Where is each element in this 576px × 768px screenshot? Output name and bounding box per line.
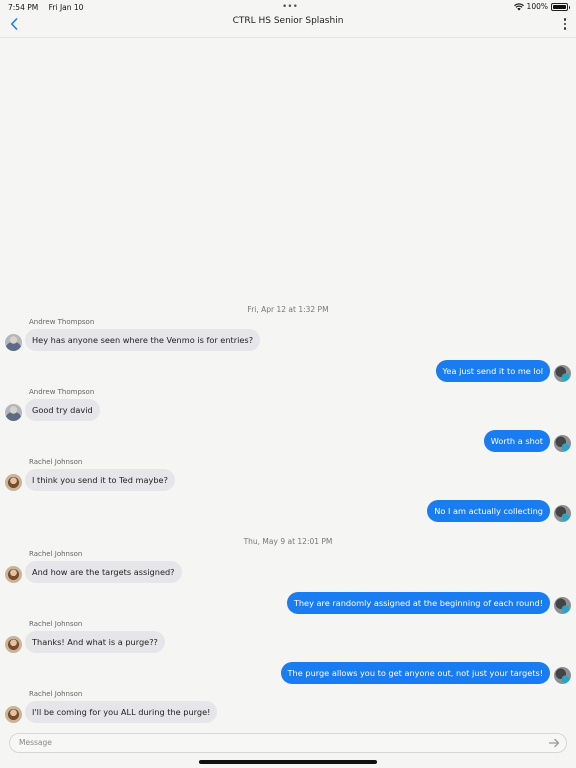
status-time-date: 7:54 PM Fri Jan 10 (8, 3, 83, 12)
avatar[interactable] (554, 667, 571, 684)
chat-title[interactable]: CTRL HS Senior Splashin (0, 16, 576, 26)
incoming-message[interactable]: I think you send it to Ted maybe? (25, 469, 175, 491)
avatar[interactable] (554, 365, 571, 382)
status-indicators: 100% (513, 2, 570, 11)
sender-name: Rachel Johnson (29, 458, 83, 466)
avatar[interactable] (5, 474, 22, 491)
battery-percent: 100% (526, 2, 548, 11)
status-bar: 7:54 PM Fri Jan 10 ••• 100% (0, 0, 576, 14)
sender-name: Rachel Johnson (29, 620, 83, 628)
message-input[interactable]: Message (9, 733, 567, 753)
status-time: 7:54 PM (8, 3, 39, 12)
avatar[interactable] (5, 404, 22, 421)
send-arrow-icon[interactable] (548, 737, 560, 749)
timestamp: Fri, Apr 12 at 1:32 PM (247, 305, 329, 314)
more-options-button[interactable] (560, 16, 570, 32)
avatar[interactable] (5, 636, 22, 653)
outgoing-message[interactable]: Worth a shot (483, 430, 550, 452)
wifi-icon (513, 2, 524, 10)
avatar[interactable] (5, 334, 22, 351)
message-placeholder: Message (19, 738, 52, 747)
status-date: Fri Jan 10 (48, 3, 84, 12)
incoming-message[interactable]: Good try david (25, 399, 100, 421)
multitasking-dots[interactable]: ••• (282, 2, 298, 12)
sender-name: Rachel Johnson (29, 690, 83, 698)
battery-icon (551, 2, 570, 11)
timestamp: Thu, May 9 at 12:01 PM (243, 537, 333, 546)
outgoing-message[interactable]: The purge allows you to get anyone out, … (280, 662, 550, 684)
outgoing-message[interactable]: They are randomly assigned at the beginn… (286, 592, 550, 614)
avatar[interactable] (5, 566, 22, 583)
sender-name: Andrew Thompson (29, 318, 95, 326)
outgoing-message[interactable]: Yea just send it to me lol (435, 360, 550, 382)
vertical-ellipsis-icon (563, 18, 567, 21)
avatar[interactable] (554, 597, 571, 614)
incoming-message[interactable]: Hey has anyone seen where the Venmo is f… (25, 329, 261, 351)
incoming-message[interactable]: Thanks! And what is a purge?? (25, 631, 165, 653)
avatar[interactable] (554, 505, 571, 522)
incoming-message[interactable]: I'll be coming for you ALL during the pu… (25, 701, 218, 723)
sender-name: Rachel Johnson (29, 550, 83, 558)
avatar[interactable] (554, 435, 571, 452)
incoming-message[interactable]: And how are the targets assigned? (25, 561, 182, 583)
sender-name: Andrew Thompson (29, 388, 95, 396)
home-indicator[interactable] (199, 760, 377, 764)
avatar[interactable] (5, 706, 22, 723)
outgoing-message[interactable]: No I am actually collecting (427, 500, 550, 522)
nav-bar: CTRL HS Senior Splashin (0, 13, 576, 38)
